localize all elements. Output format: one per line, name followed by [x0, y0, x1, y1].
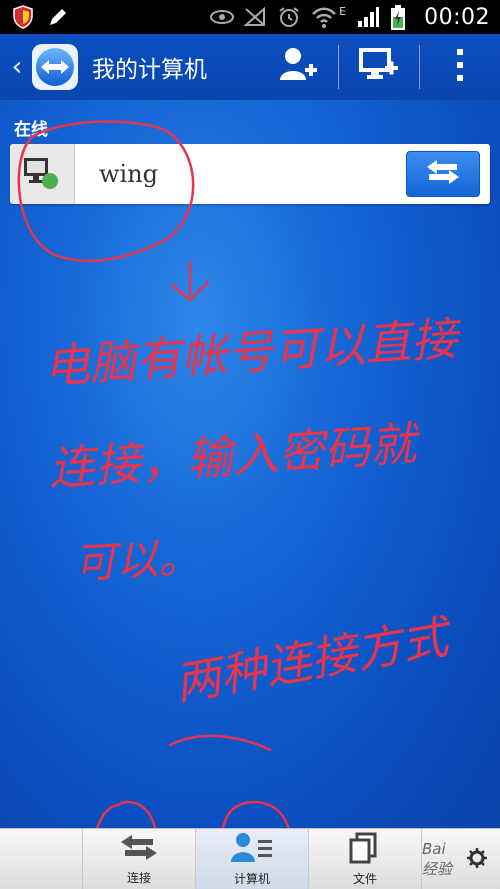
status-time: 00:02 [424, 4, 490, 30]
status-bar: E 00:02 [0, 0, 500, 34]
add-user-icon [278, 46, 318, 88]
add-computer-icon [359, 47, 399, 87]
wifi-icon [311, 5, 337, 29]
overflow-menu-button[interactable] [420, 34, 500, 100]
files-icon [347, 832, 383, 868]
more-vertical-icon [454, 47, 466, 87]
pencil-icon [46, 5, 70, 29]
swap-arrows-icon [421, 158, 465, 190]
tab-label: 连接 [126, 871, 151, 885]
contacts-list-icon [229, 832, 275, 868]
tab-bar-right: Bai经验 [422, 829, 500, 889]
screen: E 00:02 ‹ 我的计算机 在线 wing 电脑有帐号可以直接 连接，输入密… [0, 0, 500, 889]
monitor-online-icon [20, 152, 64, 196]
signal-bars-icon [356, 5, 380, 29]
device-status-box [10, 144, 75, 204]
device-item[interactable]: wing [10, 144, 490, 204]
section-header-online: 在线 [14, 120, 48, 140]
add-computer-button[interactable] [339, 34, 419, 100]
tab-connect[interactable]: 连接 [83, 829, 196, 889]
action-bar: ‹ 我的计算机 [0, 34, 500, 100]
teamviewer-logo-icon[interactable] [30, 42, 80, 92]
shield-icon [12, 5, 36, 29]
swap-arrows-icon [117, 833, 161, 867]
no-signal-icon [243, 5, 267, 29]
watermark-text: Bai经验 [422, 840, 453, 878]
bottom-tab-bar: 连接 计算机 文件 Bai经验 [0, 828, 500, 889]
tab-computers[interactable]: 计算机 [196, 829, 309, 889]
tab-label: 计算机 [233, 872, 270, 886]
eye-icon [209, 5, 235, 29]
device-name: wing [99, 160, 159, 188]
main-content: 在线 wing [0, 100, 500, 828]
back-chevron-icon[interactable]: ‹ [6, 52, 28, 82]
tab-label: 文件 [352, 872, 377, 886]
add-contact-button[interactable] [258, 34, 338, 100]
tab-bar-edge [0, 829, 83, 889]
settings-gear-icon[interactable] [466, 847, 488, 873]
page-title: 我的计算机 [92, 57, 207, 83]
remote-control-button[interactable] [406, 151, 480, 197]
battery-charging-icon [390, 5, 414, 30]
tab-files[interactable]: 文件 [309, 829, 422, 889]
network-type-label: E [339, 4, 347, 18]
alarm-icon [277, 5, 301, 29]
